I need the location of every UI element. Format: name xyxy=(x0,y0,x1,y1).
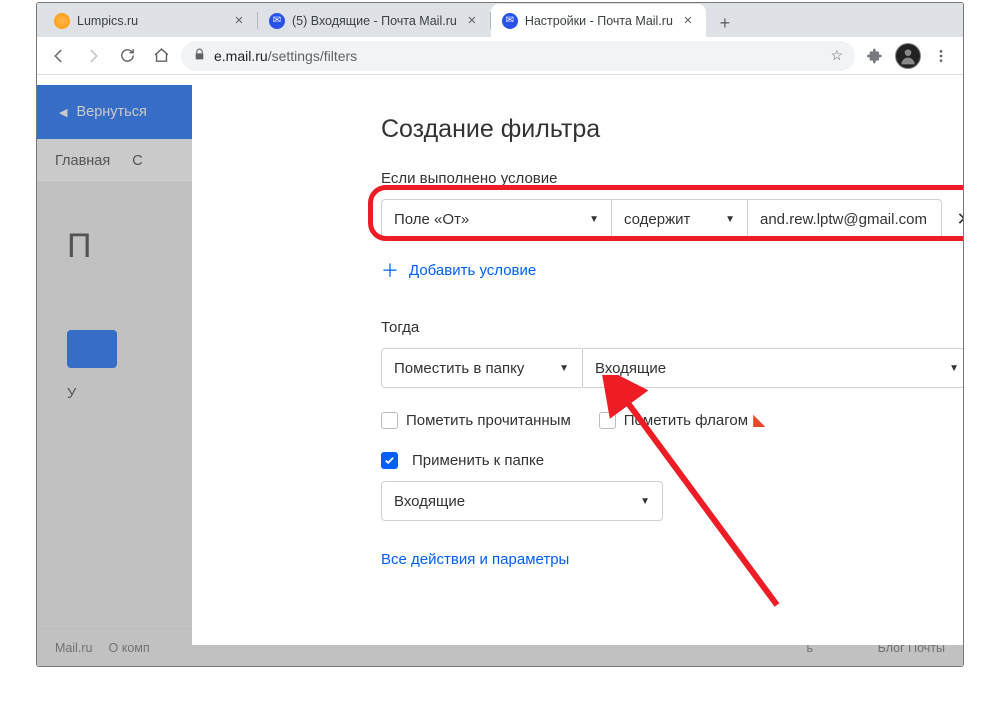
remove-condition-button[interactable]: ✕ xyxy=(944,199,964,239)
select-value: Входящие xyxy=(394,493,465,510)
url-host: e.mail.ru xyxy=(214,48,268,64)
modal: ▲ ▼ ✕ Создание фильтра Если выполнено ус… xyxy=(192,85,896,645)
all-actions-link[interactable]: Все действия и параметры xyxy=(381,551,964,568)
browser-window: Lumpics.ru × ✉ (5) Входящие - Почта Mail… xyxy=(36,2,964,667)
condition-section-label: Если выполнено условие xyxy=(381,170,964,187)
chevron-down-icon: ▼ xyxy=(725,214,735,225)
browser-toolbar: e.mail.ru/settings/filters ☆ xyxy=(37,37,963,75)
tab-title: Настройки - Почта Mail.ru xyxy=(525,14,673,28)
address-bar[interactable]: e.mail.ru/settings/filters ☆ xyxy=(181,41,855,71)
flag-icon: ◣ xyxy=(753,410,765,430)
tab-settings[interactable]: ✉ Настройки - Почта Mail.ru × xyxy=(491,4,706,37)
condition-row: Поле «От» ▼ содержит ▼ and.rew.lptw@gmail.… xyxy=(381,199,964,239)
checkbox-icon xyxy=(599,412,616,429)
checkbox-row: Пометить прочитанным Пометить флагом ◣ xyxy=(381,410,964,430)
select-value: Входящие xyxy=(595,360,666,377)
tab-title: Lumpics.ru xyxy=(77,14,138,28)
select-value: содержит xyxy=(624,211,690,228)
apply-folder-select[interactable]: Входящие ▼ xyxy=(381,481,663,521)
action-folder-select[interactable]: Входящие ▼ xyxy=(582,348,964,388)
condition-operator-select[interactable]: содержит ▼ xyxy=(611,199,747,239)
menu-button[interactable] xyxy=(927,42,955,70)
input-value: and.rew.lptw@gmail.com xyxy=(760,211,927,228)
url-path: /settings/filters xyxy=(268,48,357,64)
plus-icon: ＋ xyxy=(381,257,399,283)
modal-title: Создание фильтра xyxy=(381,115,964,144)
lock-icon xyxy=(193,48,206,64)
chevron-down-icon: ▼ xyxy=(640,496,650,507)
favicon-icon xyxy=(54,13,70,29)
select-value: Поле «От» xyxy=(394,211,469,228)
chevron-down-icon: ▼ xyxy=(559,363,569,374)
checkbox-label: Пометить флагом xyxy=(624,412,748,429)
apply-folder-checkbox[interactable]: Применить к папке xyxy=(381,452,964,469)
condition-value-input[interactable]: and.rew.lptw@gmail.com xyxy=(747,199,942,239)
tab-strip: Lumpics.ru × ✉ (5) Входящие - Почта Mail… xyxy=(37,3,963,37)
tab-inbox[interactable]: ✉ (5) Входящие - Почта Mail.ru × xyxy=(258,4,490,37)
mark-flag-checkbox[interactable]: Пометить флагом ◣ xyxy=(599,410,766,430)
close-icon[interactable]: × xyxy=(680,13,696,29)
extensions-button[interactable] xyxy=(861,42,889,70)
select-value: Поместить в папку xyxy=(394,360,524,377)
star-icon[interactable]: ☆ xyxy=(830,47,843,64)
tab-lumpics[interactable]: Lumpics.ru × xyxy=(43,4,257,37)
modal-body: ✕ Создание фильтра Если выполнено услови… xyxy=(347,85,964,645)
favicon-icon: ✉ xyxy=(269,13,285,29)
add-condition-button[interactable]: ＋ Добавить условие xyxy=(381,257,964,283)
checkbox-label: Пометить прочитанным xyxy=(406,412,571,429)
modal-overlay: ▲ ▼ ✕ Создание фильтра Если выполнено ус… xyxy=(37,85,963,666)
action-select[interactable]: Поместить в папку ▼ xyxy=(381,348,581,388)
tab-title: (5) Входящие - Почта Mail.ru xyxy=(292,14,457,28)
checkbox-icon xyxy=(381,412,398,429)
home-button[interactable] xyxy=(147,42,175,70)
chevron-down-icon: ▼ xyxy=(949,363,959,374)
checkbox-checked-icon xyxy=(381,452,398,469)
reload-button[interactable] xyxy=(113,42,141,70)
then-section-label: Тогда xyxy=(381,319,964,336)
condition-field-select[interactable]: Поле «От» ▼ xyxy=(381,199,611,239)
checkbox-label: Применить к папке xyxy=(412,452,544,469)
forward-button[interactable] xyxy=(79,42,107,70)
chevron-down-icon: ▼ xyxy=(589,214,599,225)
favicon-icon: ✉ xyxy=(502,13,518,29)
new-tab-button[interactable]: + xyxy=(711,9,739,37)
close-icon[interactable]: × xyxy=(231,13,247,29)
add-condition-label: Добавить условие xyxy=(409,262,536,279)
close-icon[interactable]: × xyxy=(464,13,480,29)
action-row: Поместить в папку ▼ Входящие ▼ xyxy=(381,348,964,388)
profile-avatar[interactable] xyxy=(895,43,921,69)
mark-read-checkbox[interactable]: Пометить прочитанным xyxy=(381,412,571,429)
back-button[interactable] xyxy=(45,42,73,70)
